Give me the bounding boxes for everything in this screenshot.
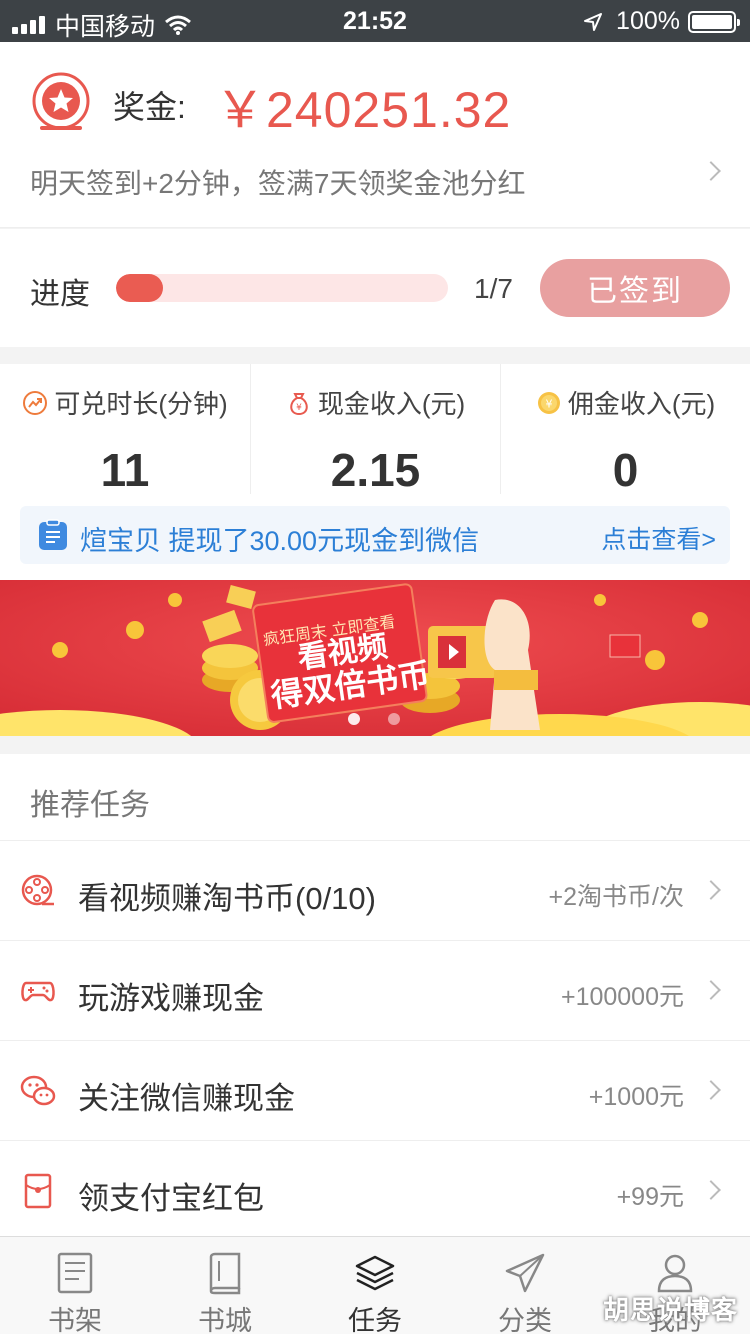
svg-text:¥: ¥	[545, 397, 552, 410]
stat-redeemable-minutes[interactable]: 可兑时长(分钟) 11	[0, 364, 250, 496]
progress-fill	[116, 274, 164, 302]
gamepad-icon	[21, 981, 55, 1002]
tab-tasks[interactable]: 任务	[300, 1237, 450, 1334]
task-alipay-red-envelope[interactable]: 领支付宝红包 +99元	[0, 1140, 750, 1240]
task-label: 看视频赚淘书币(0/10)	[78, 881, 376, 916]
user-icon	[657, 1254, 693, 1293]
task-label: 领支付宝红包	[78, 1181, 264, 1216]
stat-label: 现金收入(元)	[317, 389, 466, 419]
stat-label: 可兑时长(分钟)	[54, 389, 228, 419]
chevron-right-icon	[701, 161, 721, 181]
tab-label: 分类	[498, 1306, 552, 1334]
wechat-icon	[20, 1075, 56, 1106]
battery-icon	[688, 10, 740, 33]
task-label: 关注微信赚现金	[78, 1081, 295, 1116]
stat-value: 2.15	[330, 444, 421, 496]
bookshelf-icon	[57, 1252, 93, 1294]
tasks-title: 推荐任务	[30, 789, 150, 822]
status-right: 100%	[584, 7, 740, 36]
view-details-link[interactable]: 点击查看>	[601, 520, 716, 556]
coin-icon: ¥	[537, 391, 560, 414]
progress-count: 1/7	[474, 273, 513, 304]
chevron-right-icon	[701, 1180, 721, 1200]
tab-label: 任务	[348, 1306, 402, 1334]
layers-icon	[355, 1255, 395, 1291]
book-icon	[209, 1252, 241, 1295]
task-watch-video[interactable]: 看视频赚淘书币(0/10) +2淘书币/次	[0, 840, 750, 940]
chevron-right-icon	[701, 1080, 721, 1100]
task-play-game[interactable]: 玩游戏赚现金 +100000元	[0, 940, 750, 1040]
chevron-right-icon	[701, 880, 721, 900]
location-arrow-icon	[584, 12, 603, 31]
tab-bookstore[interactable]: 书城	[150, 1237, 300, 1334]
battery-percent: 100%	[616, 7, 680, 35]
progress-bar	[116, 274, 448, 302]
task-follow-wechat[interactable]: 关注微信赚现金 +1000元	[0, 1040, 750, 1140]
film-reel-icon	[21, 874, 54, 906]
medal-icon	[32, 72, 90, 130]
chevron-right-icon	[701, 980, 721, 1000]
money-bag-icon: ¥	[290, 392, 308, 415]
carousel-dot-active[interactable]	[348, 713, 360, 725]
promo-banner[interactable]: 疯狂周末 立即查看 看视频 得双倍书币	[0, 580, 750, 736]
tab-bookshelf[interactable]: 书架	[0, 1237, 150, 1334]
task-reward: +100000元	[560, 983, 684, 1011]
bonus-card[interactable]: 奖金: ￥240251.32 明天签到+2分钟，签满7天领奖金池分红	[0, 42, 750, 228]
watermark: 胡思说博客	[602, 1295, 738, 1325]
stat-commission-income[interactable]: ¥ 佣金收入(元) 0	[500, 364, 750, 496]
task-label: 玩游戏赚现金	[78, 981, 264, 1016]
bonus-description: 明天签到+2分钟，签满7天领奖金池分红	[30, 168, 526, 199]
tab-categories[interactable]: 分类	[450, 1237, 600, 1334]
checkin-progress: 进度 1/7 已签到	[0, 229, 750, 347]
carousel-dot[interactable]	[388, 713, 400, 725]
task-reward: +1000元	[588, 1083, 684, 1111]
bonus-label: 奖金:	[113, 89, 186, 125]
tab-label: 书架	[48, 1306, 102, 1334]
tab-label: 书城	[198, 1306, 252, 1334]
earnings-stats: 可兑时长(分钟) 11 ¥ 现金收入(元) 2.15 ¥ 佣金收入(元) 0 煊…	[0, 364, 750, 580]
svg-text:¥: ¥	[296, 403, 302, 413]
signed-in-button[interactable]: 已签到	[540, 259, 730, 317]
notice-text: 煊宝贝 提现了30.00元现金到微信	[80, 526, 480, 556]
stat-label: 佣金收入(元)	[567, 389, 716, 419]
paper-plane-icon	[505, 1253, 545, 1293]
app-screen: 中国移动 21:52 100% 奖金: ￥240251.32 明天签到+2分钟，…	[0, 0, 750, 1334]
banner-artwork: 疯狂周末 立即查看 看视频 得双倍书币	[0, 580, 750, 736]
stat-value: 0	[612, 444, 639, 496]
progress-label: 进度	[30, 278, 90, 311]
withdraw-notice[interactable]: 煊宝贝 提现了30.00元现金到微信 点击查看>	[20, 506, 730, 564]
trend-icon	[23, 390, 48, 415]
status-bar: 中国移动 21:52 100%	[0, 0, 750, 42]
bonus-amount: ￥240251.32	[215, 82, 512, 138]
clipboard-icon	[39, 519, 67, 550]
recommended-tasks: 推荐任务 看视频赚淘书币(0/10) +2淘书币/次 玩游戏赚现金 +10000…	[0, 754, 750, 1236]
task-reward: +99元	[616, 1183, 684, 1211]
stat-value: 11	[100, 444, 150, 496]
stat-cash-income[interactable]: ¥ 现金收入(元) 2.15	[250, 364, 500, 496]
red-envelope-icon	[24, 1173, 52, 1209]
task-reward: +2淘书币/次	[548, 883, 684, 911]
